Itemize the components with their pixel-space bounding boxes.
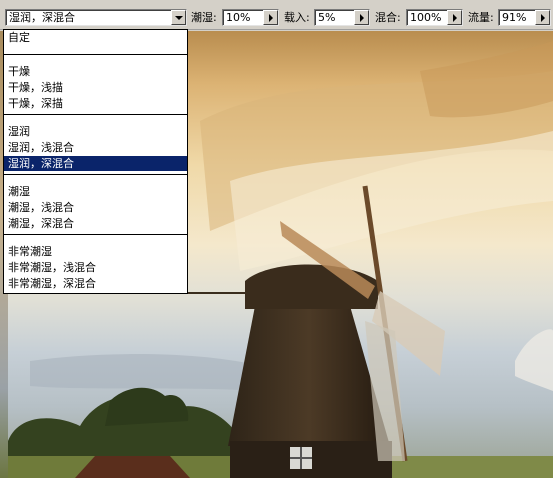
dropdown-item[interactable]: 干燥，浅描 <box>4 80 187 95</box>
wet-slider-button[interactable] <box>263 10 278 25</box>
dropdown-separator <box>4 174 187 175</box>
load-value: 5% <box>318 11 336 24</box>
dropdown-separator <box>4 114 187 115</box>
load-field[interactable]: 5% <box>314 9 370 26</box>
dropdown-item[interactable]: 湿润，深混合 <box>4 156 187 171</box>
chevron-right-icon <box>269 14 273 22</box>
wet-field[interactable]: 10% <box>222 9 279 26</box>
load-slider-button[interactable] <box>354 10 369 25</box>
dropdown-item[interactable]: 潮湿 <box>4 184 187 199</box>
dropdown-item[interactable]: 非常潮湿 <box>4 244 187 259</box>
preset-dropdown-button[interactable] <box>171 10 186 25</box>
options-bar: 湿润，深混合 潮湿: 10% 载入: 5% 混合: 100% 流量: 91% <box>0 0 553 30</box>
chevron-down-icon <box>175 16 183 20</box>
flow-value: 91% <box>502 11 527 24</box>
dropdown-item[interactable]: 非常潮湿，深混合 <box>4 276 187 291</box>
dropdown-item[interactable]: 潮湿，深混合 <box>4 216 187 231</box>
preset-value: 湿润，深混合 <box>9 11 75 24</box>
dropdown-item[interactable]: 自定 <box>4 30 187 45</box>
chevron-right-icon <box>360 14 364 22</box>
dropdown-separator <box>4 54 187 55</box>
load-label: 载入: <box>284 11 310 24</box>
flow-label: 流量: <box>468 11 494 24</box>
mix-slider-button[interactable] <box>447 10 462 25</box>
preset-dropdown-list: 自定干燥 干燥，浅描 干燥，深描湿润 湿润，浅混合 湿润，深混合 潮湿 潮湿，浅混合 潮湿，深… <box>3 29 188 294</box>
dropdown-separator <box>4 234 187 235</box>
chevron-right-icon <box>453 14 457 22</box>
dropdown-item[interactable]: 湿润，浅混合 <box>4 140 187 155</box>
dropdown-item[interactable]: 非常潮湿，浅混合 <box>4 260 187 275</box>
dropdown-item[interactable]: 干燥 <box>4 64 187 79</box>
mix-field[interactable]: 100% <box>406 9 463 26</box>
dropdown-item[interactable]: 湿润 <box>4 124 187 139</box>
wet-value: 10% <box>226 11 251 24</box>
flow-field[interactable]: 91% <box>498 9 551 26</box>
flow-slider-button[interactable] <box>535 10 550 25</box>
preset-select[interactable]: 湿润，深混合 <box>5 9 187 26</box>
dropdown-item[interactable]: 干燥，深描 <box>4 96 187 111</box>
mix-value: 100% <box>410 11 442 24</box>
chevron-right-icon <box>541 14 545 22</box>
wet-label: 潮湿: <box>191 11 217 24</box>
dropdown-item[interactable]: 潮湿，浅混合 <box>4 200 187 215</box>
mix-label: 混合: <box>375 11 401 24</box>
